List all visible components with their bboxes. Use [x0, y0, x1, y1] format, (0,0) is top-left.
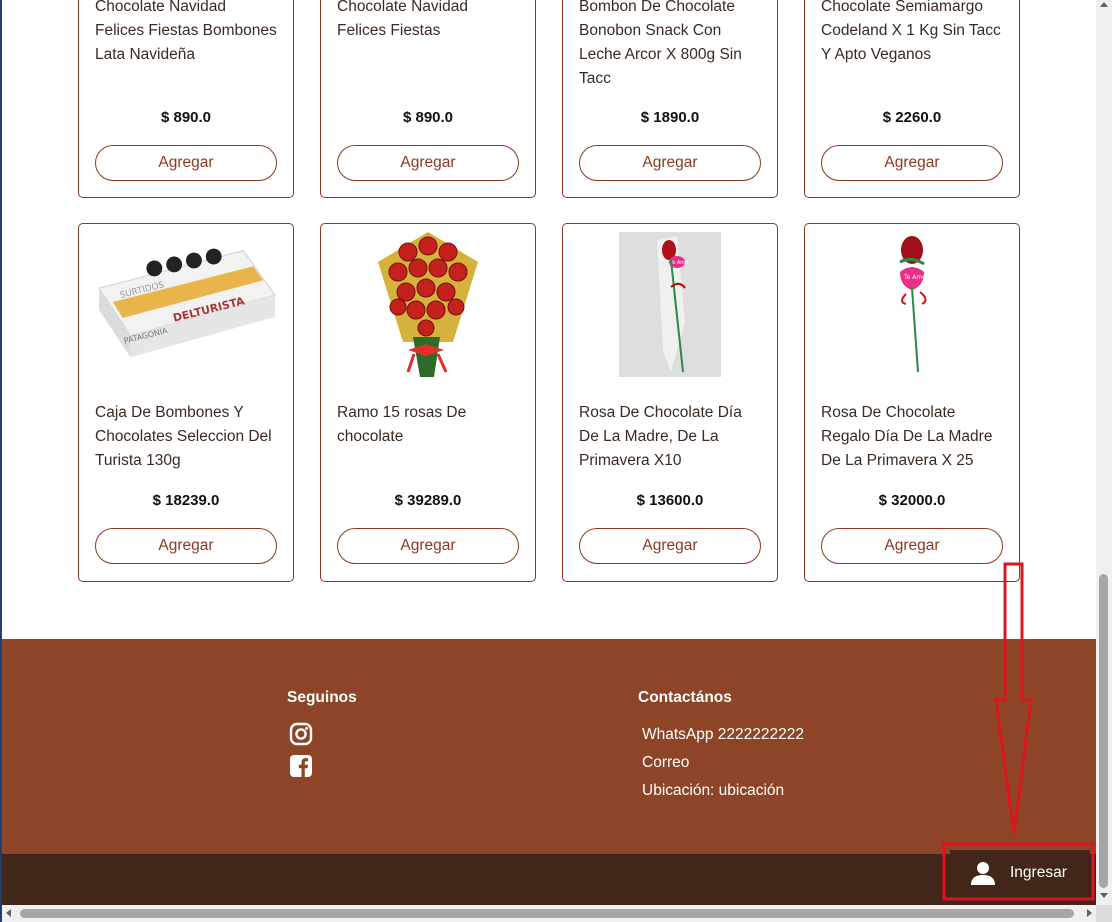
scroll-thumb[interactable]	[20, 909, 1074, 918]
product-price: $ 13600.0	[636, 492, 704, 509]
facebook-icon[interactable]	[289, 754, 315, 780]
product-card: Bombon De Chocolate Bonobon Snack Con Le…	[562, 0, 778, 198]
product-image[interactable]: Te Amo	[821, 232, 1003, 377]
product-title: Chocolate Semiamargo Codeland X 1 Kg Sin…	[821, 0, 1001, 63]
product-price: $ 18239.0	[152, 492, 220, 509]
add-to-cart-button[interactable]: Agregar	[337, 528, 519, 564]
product-card: SURTIDOS DELTURISTA PATAGONIA Caja De Bo…	[78, 223, 294, 582]
product-card: Te Amo Rosa De Chocolate Día De La Madre…	[562, 223, 778, 582]
contact-whatsapp[interactable]: WhatsApp 2222222222	[642, 726, 804, 744]
product-title: Rosa De Chocolate Día De La Madre, De La…	[579, 404, 742, 469]
chocolate-rose-image: Te Amo	[899, 236, 927, 373]
add-to-cart-button[interactable]: Agregar	[821, 145, 1003, 181]
contact-location[interactable]: Ubicación: ubicación	[642, 782, 784, 800]
product-card: Te Amo Rosa De Chocolate Regalo Día De L…	[804, 223, 1020, 582]
product-title: Caja De Bombones Y Chocolates Seleccion …	[95, 404, 272, 469]
product-image[interactable]: SURTIDOS DELTURISTA PATAGONIA	[95, 232, 277, 377]
product-price: $ 890.0	[160, 109, 212, 126]
product-card: Chocolate Navidad Felices Fiestas Bombon…	[78, 0, 294, 198]
product-title: Chocolate Navidad Felices Fiestas Bombon…	[95, 0, 277, 63]
product-title: Ramo 15 rosas De chocolate	[337, 404, 467, 445]
product-price: $ 890.0	[402, 109, 454, 126]
contact-email[interactable]: Correo	[642, 754, 689, 772]
scroll-thumb[interactable]	[1099, 574, 1108, 888]
page-viewport: Chocolate Navidad Felices Fiestas Bombon…	[2, 0, 1096, 905]
product-title: Chocolate Navidad Felices Fiestas	[337, 0, 468, 39]
product-image[interactable]: Te Amo	[579, 232, 761, 377]
product-card: Chocolate Semiamargo Codeland X 1 Kg Sin…	[804, 0, 1020, 198]
add-to-cart-button[interactable]: Agregar	[579, 528, 761, 564]
rose-bouquet-image	[378, 232, 478, 377]
bottom-bar	[2, 854, 1096, 905]
scroll-left-icon[interactable]	[6, 909, 11, 917]
instagram-icon[interactable]	[289, 722, 315, 748]
login-label: Ingresar	[1010, 864, 1067, 881]
add-to-cart-button[interactable]: Agregar	[821, 528, 1003, 564]
vertical-scrollbar[interactable]	[1096, 0, 1112, 905]
scroll-down-icon[interactable]	[1100, 893, 1108, 898]
svg-text:Te Amo: Te Amo	[903, 274, 926, 281]
follow-title: Seguinos	[287, 689, 357, 706]
scroll-up-icon[interactable]	[1100, 2, 1108, 7]
login-button[interactable]: Ingresar	[950, 850, 1090, 896]
add-to-cart-button[interactable]: Agregar	[95, 145, 277, 181]
product-title: Bombon De Chocolate Bonobon Snack Con Le…	[579, 0, 742, 87]
product-price: $ 1890.0	[640, 109, 700, 126]
footer: Seguinos Contactános WhatsApp 2222222222…	[2, 639, 1096, 854]
product-title: Rosa De Chocolate Regalo Día De La Madre…	[821, 404, 993, 469]
chocolate-rose-image: Te Amo	[619, 232, 721, 377]
bombones-box-image: SURTIDOS DELTURISTA PATAGONIA	[98, 248, 276, 357]
product-image[interactable]	[337, 232, 519, 377]
user-icon	[970, 860, 996, 886]
add-to-cart-button[interactable]: Agregar	[95, 528, 277, 564]
product-price: $ 32000.0	[878, 492, 946, 509]
contact-title: Contactános	[638, 689, 732, 706]
product-price: $ 39289.0	[394, 492, 462, 509]
product-price: $ 2260.0	[882, 109, 942, 126]
scrollbar-corner	[1096, 905, 1112, 922]
add-to-cart-button[interactable]: Agregar	[579, 145, 761, 181]
add-to-cart-button[interactable]: Agregar	[337, 145, 519, 181]
product-card: Chocolate Navidad Felices Fiestas $ 890.…	[320, 0, 536, 198]
product-card: Ramo 15 rosas De chocolate $ 39289.0 Agr…	[320, 223, 536, 582]
scroll-right-icon[interactable]	[1087, 909, 1092, 917]
horizontal-scrollbar[interactable]	[2, 905, 1096, 922]
